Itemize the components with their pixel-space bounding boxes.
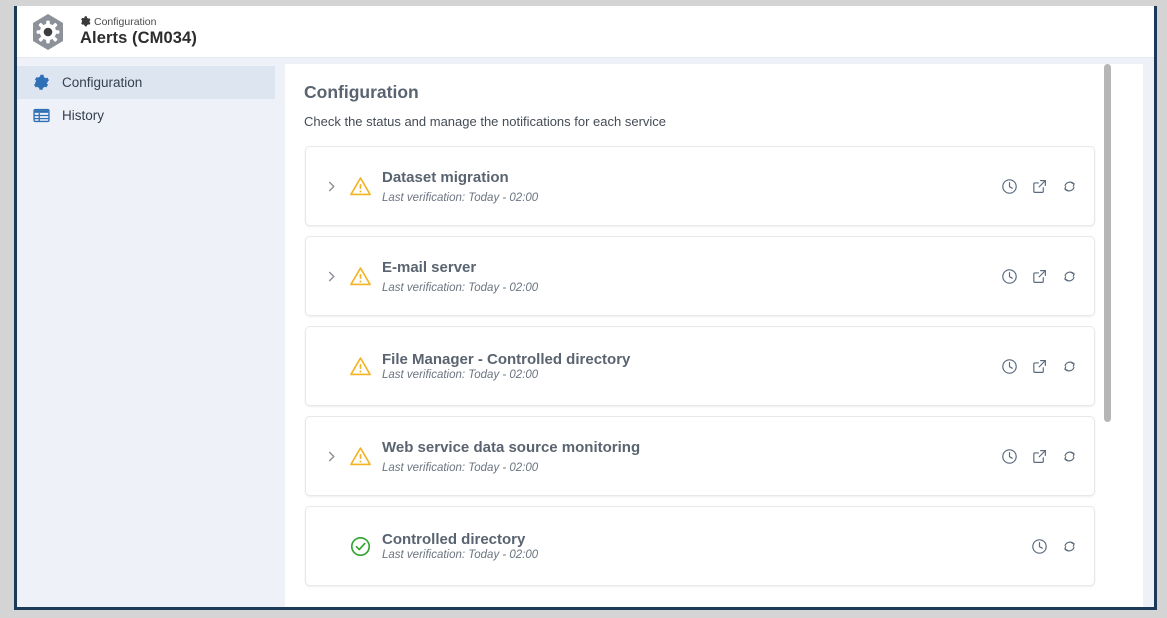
- warning-triangle-icon: [349, 445, 372, 468]
- service-card-texts: Controlled directory Last verification: …: [382, 530, 1031, 561]
- refresh-icon[interactable]: [1061, 178, 1078, 195]
- service-card[interactable]: Dataset migration Last verification: Tod…: [305, 146, 1095, 226]
- service-card-actions: [1001, 358, 1080, 375]
- external-link-icon[interactable]: [1031, 178, 1048, 195]
- app-header: Configuration Alerts (CM034): [17, 6, 1154, 58]
- service-card-texts: Web service data source monitoring Last …: [382, 439, 1001, 474]
- service-card[interactable]: File Manager - Controlled directory Last…: [305, 326, 1095, 406]
- scrollbar-thumb[interactable]: [1104, 64, 1111, 422]
- service-card-title: File Manager - Controlled directory: [382, 350, 631, 368]
- check-circle-icon: [349, 535, 372, 558]
- main-content-panel: Configuration Check the status and manag…: [285, 64, 1143, 607]
- scrollbar-vertical[interactable]: [1104, 64, 1111, 607]
- warning-triangle-icon: [349, 265, 372, 288]
- clock-icon[interactable]: [1001, 358, 1018, 375]
- sidebar-item-label: Configuration: [62, 75, 143, 90]
- refresh-icon[interactable]: [1061, 448, 1078, 465]
- clock-icon[interactable]: [1001, 448, 1018, 465]
- service-card-texts: Dataset migration Last verification: Tod…: [382, 169, 1001, 204]
- page-title: Alerts (CM034): [80, 29, 197, 48]
- service-card-list: Dataset migration Last verification: Tod…: [305, 146, 1095, 586]
- service-card-title: Dataset migration: [382, 168, 509, 186]
- gear-icon: [33, 74, 50, 91]
- service-card-subtitle: Last verification: Today - 02:00: [382, 461, 539, 474]
- header-text-group: Configuration Alerts (CM034): [80, 16, 197, 47]
- gear-icon: [80, 16, 91, 27]
- chevron-right-icon[interactable]: [325, 450, 338, 463]
- sidebar-item-configuration[interactable]: Configuration: [17, 66, 275, 99]
- sidebar-item-history[interactable]: History: [17, 99, 275, 132]
- chevron-right-icon[interactable]: [325, 270, 338, 283]
- service-card-subtitle: Last verification: Today - 02:00: [382, 368, 539, 381]
- service-card[interactable]: Web service data source monitoring Last …: [305, 416, 1095, 496]
- service-card[interactable]: E-mail server Last verification: Today -…: [305, 236, 1095, 316]
- service-card-subtitle: Last verification: Today - 02:00: [382, 548, 539, 561]
- service-card-title: E-mail server: [382, 258, 477, 276]
- service-card-texts: E-mail server Last verification: Today -…: [382, 259, 1001, 294]
- clock-icon[interactable]: [1031, 538, 1048, 555]
- app-body: Configuration History Configuration Chec…: [17, 58, 1154, 607]
- external-link-icon[interactable]: [1031, 268, 1048, 285]
- service-card[interactable]: Controlled directory Last verification: …: [305, 506, 1095, 586]
- refresh-icon[interactable]: [1061, 358, 1078, 375]
- section-subtitle: Check the status and manage the notifica…: [304, 114, 667, 129]
- breadcrumb[interactable]: Configuration: [80, 16, 197, 27]
- refresh-icon[interactable]: [1061, 268, 1078, 285]
- chevron-right-icon[interactable]: [325, 180, 338, 193]
- service-card-title: Web service data source monitoring: [382, 438, 641, 456]
- service-card-subtitle: Last verification: Today - 02:00: [382, 281, 539, 294]
- sidebar-item-label: History: [62, 108, 105, 123]
- clock-icon[interactable]: [1001, 178, 1018, 195]
- service-card-title: Controlled directory: [382, 530, 526, 548]
- service-card-actions: [1001, 178, 1080, 195]
- table-grid-icon: [33, 107, 50, 124]
- sidebar: Configuration History: [17, 58, 275, 607]
- external-link-icon[interactable]: [1031, 358, 1048, 375]
- external-link-icon[interactable]: [1031, 448, 1048, 465]
- warning-triangle-icon: [349, 175, 372, 198]
- hexagon-gear-logo-icon: [28, 12, 68, 52]
- service-card-actions: [1001, 448, 1080, 465]
- app-window: Configuration Alerts (CM034) Configurati…: [14, 6, 1157, 610]
- service-card-subtitle: Last verification: Today - 02:00: [382, 191, 539, 204]
- breadcrumb-label: Configuration: [94, 15, 157, 28]
- section-title: Configuration: [304, 82, 419, 102]
- warning-triangle-icon: [349, 355, 372, 378]
- service-card-actions: [1031, 538, 1080, 555]
- service-card-actions: [1001, 268, 1080, 285]
- clock-icon[interactable]: [1001, 268, 1018, 285]
- refresh-icon[interactable]: [1061, 538, 1078, 555]
- service-card-texts: File Manager - Controlled directory Last…: [382, 350, 1001, 381]
